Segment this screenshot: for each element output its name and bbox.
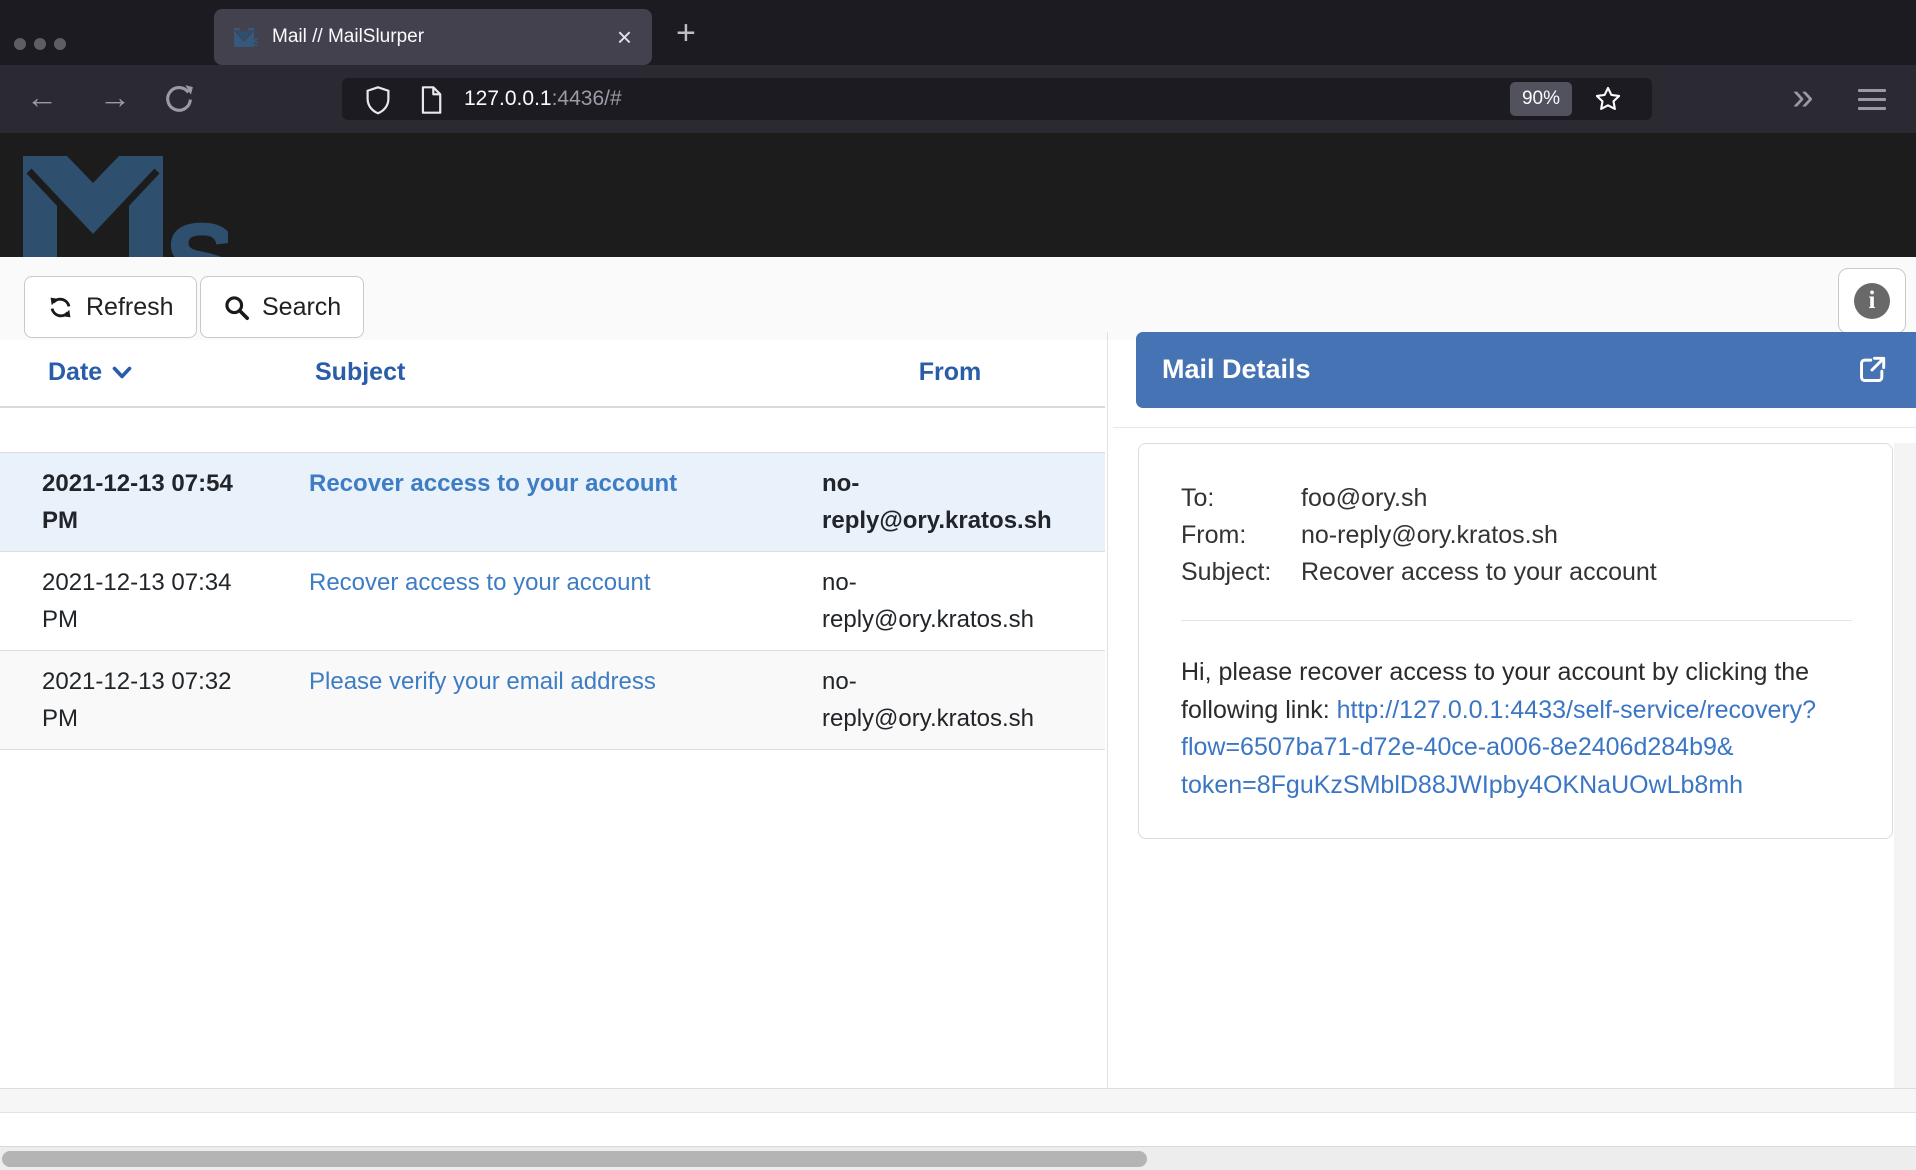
window-dot-icon[interactable] <box>54 38 66 50</box>
mail-date: 2021-12-13 07:54 PM <box>42 465 309 539</box>
navigation-toolbar: ← → 127.0.0.1:4436/# 90% <box>0 65 1916 133</box>
mail-subject: Recover access to your account <box>309 564 822 638</box>
mail-date: 2021-12-13 07:34 PM <box>42 564 309 638</box>
url-port-path: :4436/# <box>552 87 622 110</box>
open-external-icon[interactable] <box>1856 354 1888 391</box>
mail-details-title: Mail Details <box>1162 354 1311 385</box>
bottom-strip <box>0 1089 1916 1113</box>
tab-bar: s Mail // MailSlurper × + <box>0 0 1916 65</box>
bookmark-star-icon[interactable] <box>1594 85 1622 118</box>
mailslurper-favicon-icon: s <box>234 27 258 47</box>
zoom-indicator[interactable]: 90% <box>1510 82 1572 116</box>
subject-label: Subject: <box>1181 554 1301 591</box>
search-button[interactable]: Search <box>200 276 364 338</box>
mail-subject-link[interactable]: Recover access to your account <box>309 470 677 497</box>
mail-row[interactable]: 2021-12-13 07:34 PM Recover access to yo… <box>0 552 1105 651</box>
window-dot-icon[interactable] <box>34 38 46 50</box>
reload-icon[interactable] <box>162 82 196 116</box>
mail-from: no-reply@ory.kratos.sh <box>822 663 1066 737</box>
back-icon[interactable]: ← <box>22 65 62 133</box>
date-header-label: Date <box>48 358 102 387</box>
mail-details-card: To: foo@ory.sh From: no-reply@ory.kratos… <box>1138 443 1893 839</box>
mail-subject-link[interactable]: Please verify your email address <box>309 668 656 695</box>
to-value: foo@ory.sh <box>1301 480 1427 517</box>
svg-text:s: s <box>163 171 228 257</box>
mail-row-selected[interactable]: 2021-12-13 07:54 PM Recover access to yo… <box>0 453 1105 552</box>
mail-rows: 2021-12-13 07:54 PM Recover access to yo… <box>0 452 1105 750</box>
url-text[interactable]: 127.0.0.1:4436/# <box>464 78 622 120</box>
to-label: To: <box>1181 480 1301 517</box>
page-info-icon[interactable] <box>418 85 444 120</box>
mailslurper-logo: s <box>23 135 228 257</box>
from-label: From: <box>1181 517 1301 554</box>
horizontal-scrollbar-thumb[interactable] <box>2 1151 1147 1167</box>
mail-date: 2021-12-13 07:32 PM <box>42 663 309 737</box>
details-top-border <box>1113 427 1916 428</box>
app-header: s <box>0 133 1916 257</box>
tab-close-icon[interactable]: × <box>617 24 632 50</box>
column-header-subject[interactable]: Subject <box>315 358 405 387</box>
refresh-icon <box>47 294 74 321</box>
details-scrollbar-track[interactable] <box>1894 443 1916 1088</box>
mail-subject-link[interactable]: Recover access to your account <box>309 569 651 596</box>
url-bar[interactable]: 127.0.0.1:4436/# 90% <box>342 78 1652 120</box>
info-button[interactable]: i <box>1838 268 1906 334</box>
detail-from-row: From: no-reply@ory.kratos.sh <box>1181 517 1852 554</box>
details-divider <box>1181 620 1852 621</box>
mail-body: Hi, please recover access to your accoun… <box>1181 654 1854 804</box>
window-dot-icon[interactable] <box>14 38 26 50</box>
horizontal-scrollbar[interactable] <box>0 1146 1916 1170</box>
mail-details-header: Mail Details <box>1136 332 1916 408</box>
info-icon: i <box>1854 283 1890 319</box>
browser-tab-mailslurper[interactable]: s Mail // MailSlurper × <box>214 9 652 65</box>
window-controls[interactable] <box>14 38 66 50</box>
bottom-strip-white <box>0 1113 1916 1146</box>
tab-title: Mail // MailSlurper <box>272 26 617 48</box>
detail-subject-row: Subject: Recover access to your account <box>1181 554 1852 591</box>
panel-divider <box>1107 332 1108 1088</box>
mail-from: no-reply@ory.kratos.sh <box>822 465 1066 539</box>
column-header-from[interactable]: From <box>828 358 1072 387</box>
from-value: no-reply@ory.kratos.sh <box>1301 517 1558 554</box>
search-button-label: Search <box>262 293 341 322</box>
mail-list-header-row: Date Subject From <box>0 340 1105 408</box>
subject-value: Recover access to your account <box>1301 554 1657 591</box>
shield-icon[interactable] <box>364 85 392 120</box>
new-tab-icon[interactable]: + <box>676 14 696 53</box>
svg-text:s: s <box>253 33 258 47</box>
menu-hamburger-icon[interactable] <box>1858 89 1886 116</box>
column-header-date[interactable]: Date <box>48 358 132 387</box>
sort-chevron-down-icon <box>112 365 132 380</box>
detail-to-row: To: foo@ory.sh <box>1181 480 1852 517</box>
mail-list-panel: Date Subject From 2021-12-13 07:54 PM Re… <box>0 340 1105 1088</box>
search-icon <box>223 294 250 321</box>
url-host: 127.0.0.1 <box>464 87 552 110</box>
refresh-button-label: Refresh <box>86 293 174 322</box>
mail-subject: Please verify your email address <box>309 663 822 737</box>
forward-icon[interactable]: → <box>95 65 135 133</box>
overflow-chevrons-icon[interactable]: » <box>1778 65 1824 133</box>
mail-row[interactable]: 2021-12-13 07:32 PM Please verify your e… <box>0 651 1105 750</box>
refresh-button[interactable]: Refresh <box>24 276 197 338</box>
mail-from: no-reply@ory.kratos.sh <box>822 564 1066 638</box>
app-toolbar: Refresh Search i <box>0 257 1916 340</box>
mail-subject: Recover access to your account <box>309 465 822 539</box>
browser-window: s Mail // MailSlurper × + ← → <box>0 0 1916 1170</box>
